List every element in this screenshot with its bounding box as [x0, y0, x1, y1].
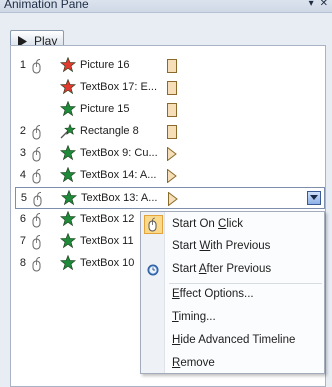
mouse-click-icon — [146, 217, 160, 236]
animation-order-number: 6 — [19, 213, 26, 225]
timeline-arrow-icon — [168, 191, 178, 209]
clock-icon — [147, 264, 159, 279]
animation-name: TextBox 17: E... — [80, 81, 158, 93]
timeline-arrow-icon — [167, 146, 177, 164]
animation-row[interactable]: 1 Picture 16 — [11, 55, 325, 77]
entrance-effect-star-icon — [60, 189, 78, 209]
timeline-arrow-icon — [167, 168, 177, 186]
entrance-effect-star-icon — [59, 144, 77, 164]
animation-order-number: 3 — [19, 147, 26, 159]
mouse-click-icon — [28, 146, 44, 165]
entrance-effect-star-icon — [59, 166, 77, 186]
timeline-bar-icon — [167, 103, 177, 120]
entrance-effect-star-icon — [59, 100, 77, 120]
animation-context-menu: Start On Click Start With Previous Start… — [140, 211, 325, 374]
mouse-click-icon — [28, 234, 44, 253]
title-bar: Animation Pane ▾ ✕ — [0, 0, 332, 12]
mouse-click-icon — [28, 212, 44, 231]
mouse-click-icon — [28, 58, 44, 77]
entrance-effect-star-icon — [59, 232, 77, 252]
timeline-bar-icon — [167, 125, 177, 142]
timeline-bar-icon — [167, 81, 177, 98]
menu-item-timing[interactable]: Timing... — [141, 307, 324, 329]
animation-order-number: 5 — [20, 192, 27, 204]
pin-icon[interactable]: ▾ — [309, 0, 314, 9]
animation-name: Picture 16 — [80, 59, 130, 71]
animation-row[interactable]: 3 TextBox 9: Cu... — [11, 143, 325, 165]
animation-order-number: 2 — [19, 125, 26, 137]
menu-item-start-on-click[interactable]: Start On Click — [141, 214, 324, 236]
exit-effect-star-icon — [59, 78, 77, 98]
mouse-click-icon — [28, 124, 44, 143]
animation-name: Picture 15 — [80, 103, 130, 115]
animation-name: Rectangle 8 — [80, 125, 139, 137]
animation-name: TextBox 9: Cu... — [80, 147, 158, 159]
exit-effect-star-icon — [59, 56, 77, 76]
close-icon[interactable]: ✕ — [320, 0, 328, 9]
entrance-effect-star-icon — [59, 254, 77, 274]
animation-order-number: 7 — [19, 235, 26, 247]
mouse-click-icon — [29, 191, 45, 210]
menu-item-start-with-previous[interactable]: Start With Previous — [141, 236, 324, 258]
entrance-effect-star-icon — [59, 210, 77, 230]
row-dropdown-button[interactable] — [307, 191, 321, 205]
menu-item-effect-options[interactable]: Effect Options... — [141, 284, 324, 306]
mouse-click-icon — [28, 168, 44, 187]
menu-item-remove[interactable]: Remove — [141, 353, 324, 375]
animation-row[interactable]: 5 TextBox 13: A... — [15, 187, 325, 209]
animation-row[interactable]: Picture 15 — [11, 99, 325, 121]
animation-name: TextBox 13: A... — [81, 192, 158, 204]
motion-path-star-icon — [60, 123, 76, 142]
animation-row[interactable]: TextBox 17: E... — [11, 77, 325, 99]
animation-order-number: 8 — [19, 257, 26, 269]
timeline-bar-icon — [167, 59, 177, 76]
animation-order-number: 1 — [19, 59, 26, 71]
animation-order-number: 4 — [19, 169, 26, 181]
menu-item-hide-advanced-timeline[interactable]: Hide Advanced Timeline — [141, 330, 324, 352]
animation-name: TextBox 14: A... — [80, 169, 157, 181]
chevron-down-icon — [310, 195, 318, 200]
animation-row[interactable]: 4 TextBox 14: A... — [11, 165, 325, 187]
menu-item-start-after-previous[interactable]: Start After Previous — [141, 259, 324, 281]
mouse-click-icon — [28, 256, 44, 275]
pane-title: Animation Pane — [4, 0, 89, 11]
animation-row[interactable]: 2 Rectangle 8 — [11, 121, 325, 143]
